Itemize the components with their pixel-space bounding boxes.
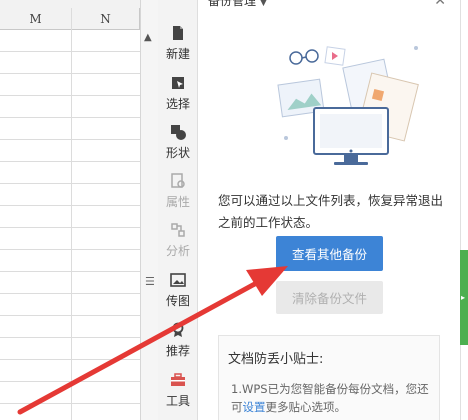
clear-backup-files-button[interactable]: 清除备份文件 <box>276 281 383 314</box>
column-header-n[interactable]: N <box>72 8 140 30</box>
spreadsheet-area[interactable]: M N <box>0 0 140 420</box>
chevron-right-icon: ▸ <box>461 293 466 302</box>
scroll-up-icon[interactable]: ▲ <box>144 32 152 43</box>
rail-label: 形状 <box>165 146 190 160</box>
rail-item-upload-image[interactable]: 传图 <box>158 272 198 309</box>
rail-item-recommend[interactable]: 推荐 <box>158 322 198 359</box>
rail-label: 工具 <box>165 394 190 408</box>
rail-item-new[interactable]: 新建 <box>158 25 198 62</box>
rail-label: 传图 <box>165 294 190 308</box>
tool-rail: 新建 选择 形状 属性 分析 传图 推荐 工具 <box>158 0 198 420</box>
rail-item-analysis[interactable]: 分析 <box>158 222 198 259</box>
new-file-icon <box>173 26 183 40</box>
rail-label: 选择 <box>165 97 190 111</box>
rail-label: 属性 <box>165 195 190 209</box>
rail-label: 推荐 <box>165 344 190 358</box>
rail-item-tools[interactable]: 工具 <box>158 372 198 409</box>
panel-resize-grip-icon[interactable]: ☰ <box>145 276 155 287</box>
settings-link[interactable]: 设置 <box>243 400 266 414</box>
backup-illustration <box>277 46 419 165</box>
cell-grid[interactable] <box>0 30 140 420</box>
toolbox-icon <box>171 373 185 386</box>
vertical-scrollbar[interactable]: ▲ ☰ <box>140 0 158 420</box>
column-divider <box>71 8 72 420</box>
properties-icon <box>171 173 185 188</box>
column-header-m[interactable]: M <box>0 8 72 30</box>
rail-item-shapes[interactable]: 形状 <box>158 124 198 161</box>
rail-item-properties[interactable]: 属性 <box>158 173 198 210</box>
rail-label: 新建 <box>165 47 190 61</box>
backup-description: 您可以通过以上文件列表，恢复异常退出之前的工作状态。 <box>218 193 444 230</box>
rail-item-select[interactable]: 选择 <box>158 75 198 112</box>
tips-text-end: 更多贴心选项。 <box>265 400 347 414</box>
right-edge-strip <box>460 0 468 420</box>
backup-panel: 备份管理 ▼ ✕ 您可以通过以上文件列表，恢复异常退出之前的工作状态。 查看其他备… <box>198 0 460 420</box>
sheet-top-bar <box>0 0 140 8</box>
panel-collapse-tab[interactable]: ▸ <box>460 250 468 345</box>
shapes-icon <box>171 125 186 140</box>
rail-label: 分析 <box>165 244 190 258</box>
close-icon[interactable]: ✕ <box>434 0 446 9</box>
image-upload-icon <box>170 273 186 287</box>
caret-down-icon: ▼ <box>260 0 267 8</box>
tips-title: 文档防丢小贴士: <box>228 352 324 367</box>
select-cursor-icon <box>172 77 184 89</box>
panel-title[interactable]: 备份管理 ▼ <box>208 0 267 9</box>
view-other-backups-button[interactable]: 查看其他备份 <box>276 236 383 271</box>
analysis-icon <box>171 223 185 237</box>
panel-title-text: 备份管理 <box>208 0 257 8</box>
tips-card: 文档防丢小贴士: 1.WPS已为您智能备份每份文档，您还可设置更多贴心选项。 <box>218 335 440 420</box>
recommend-badge-icon <box>172 322 184 337</box>
tips-body: 1.WPS已为您智能备份每份文档，您还可设置更多贴心选项。 <box>231 380 437 416</box>
